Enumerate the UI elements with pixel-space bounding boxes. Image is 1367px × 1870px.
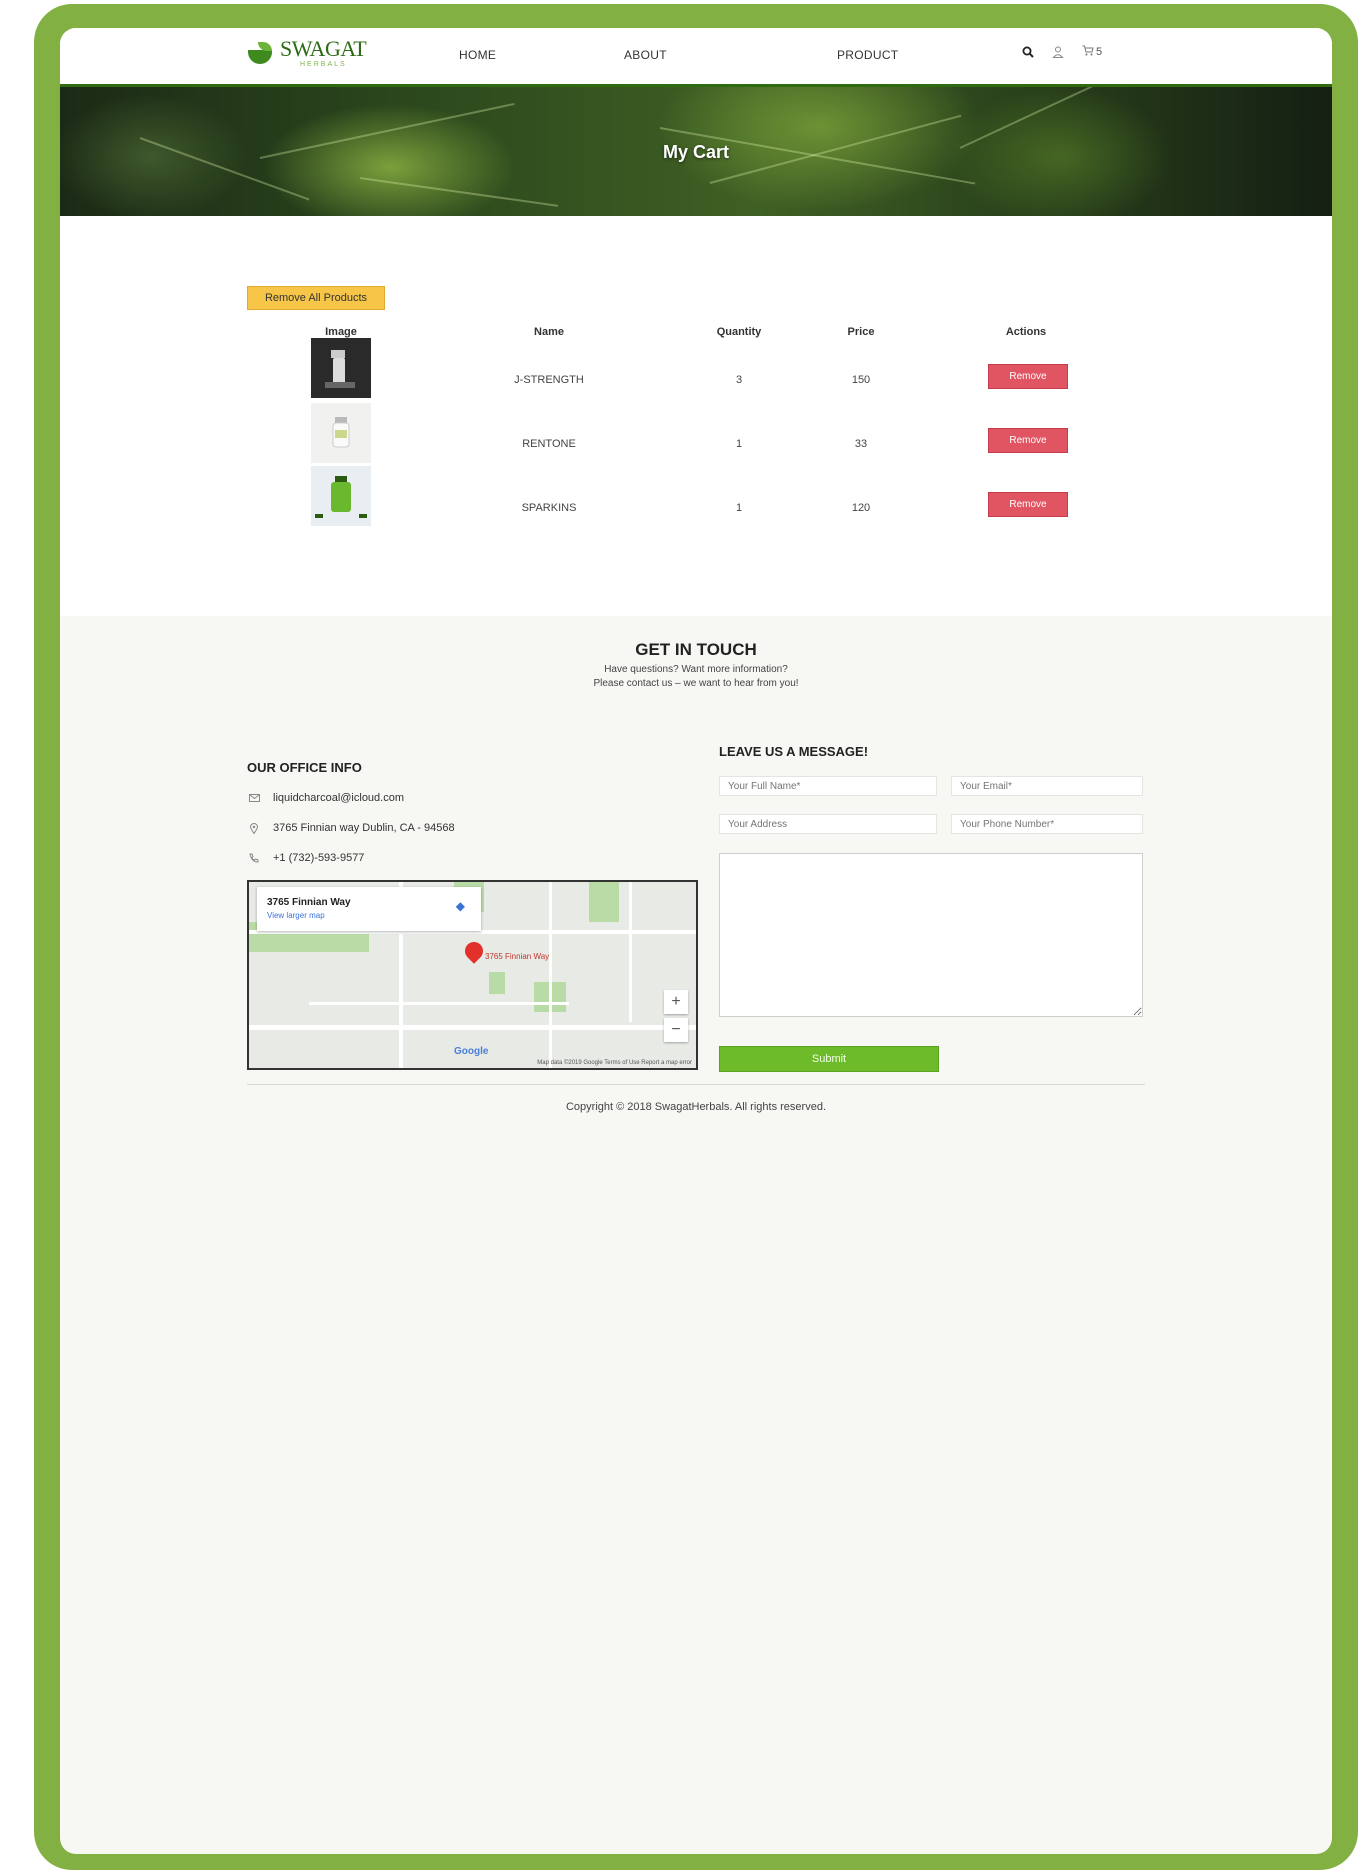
cart-item-price: 33 — [854, 438, 868, 450]
office-address-text: 3765 Finnian way Dublin, CA - 94568 — [273, 822, 455, 834]
copyright-text: Copyright © 2018 SwagatHerbals. All righ… — [565, 1101, 826, 1113]
contact-subtitle-line2: Please contact us – we want to hear from… — [593, 678, 799, 689]
phone-icon — [247, 853, 261, 863]
map-footer: Map data ©2019 Google Terms of Use Repor… — [537, 1060, 692, 1066]
map-pin-icon — [461, 938, 487, 964]
map-pin-label: 3765 Finnian Way — [485, 952, 550, 961]
remove-item-button[interactable]: Remove — [988, 364, 1068, 389]
cart-item-name: J-STRENGTH — [514, 374, 584, 386]
office-info-heading: OUR OFFICE INFO — [247, 760, 362, 775]
remove-all-products-button[interactable]: Remove All Products — [247, 286, 385, 310]
page-title: My Cart — [662, 142, 729, 162]
map-place-card: 3765 Finnian Way View larger map ◆ — [257, 887, 481, 931]
envelope-icon — [247, 794, 261, 802]
remove-item-button[interactable]: Remove — [988, 428, 1068, 453]
contact-title: GET IN TOUCH — [635, 640, 757, 659]
col-header-name: Name — [534, 326, 564, 338]
zoom-out-button[interactable]: − — [664, 1018, 688, 1042]
col-header-price: Price — [847, 326, 875, 338]
cart-icon — [1082, 45, 1094, 59]
zoom-in-button[interactable]: + — [664, 990, 688, 1014]
office-email: liquidcharcoal@icloud.com — [247, 792, 404, 804]
user-icon[interactable] — [1052, 46, 1064, 58]
nav-about[interactable]: ABOUT — [624, 48, 667, 62]
logo-sub: HERBALS — [300, 61, 347, 68]
message-textarea[interactable] — [719, 853, 1143, 1017]
view-larger-map-link[interactable]: View larger map — [267, 911, 325, 920]
location-pin-icon — [247, 822, 261, 834]
map-embed[interactable]: 3765 Finnian Way View larger map ◆ 3765 … — [247, 880, 698, 1070]
site-header: SWAGAT HERBALS HOME ABOUT PRODUCT 5 — [60, 28, 1332, 87]
contact-subtitle-line1: Have questions? Want more information? — [604, 664, 788, 675]
full-name-field[interactable] — [719, 776, 937, 796]
cart-item-quantity: 1 — [735, 502, 743, 514]
cart-item-name: SPARKINS — [521, 502, 577, 514]
cart-count: 5 — [1096, 46, 1103, 58]
search-icon[interactable] — [1022, 46, 1034, 58]
office-email-text[interactable]: liquidcharcoal@icloud.com — [273, 792, 404, 804]
office-address: 3765 Finnian way Dublin, CA - 94568 — [247, 822, 455, 834]
cart-item-name: RENTONE — [522, 438, 576, 450]
product-image — [311, 403, 371, 463]
map-place-name: 3765 Finnian Way — [267, 897, 351, 908]
contact-subtitle: Have questions? Want more information? P… — [60, 663, 1332, 691]
product-image — [311, 338, 371, 398]
cart-section: Remove All Products Image Name Quantity … — [60, 216, 1332, 616]
page: SWAGAT HERBALS HOME ABOUT PRODUCT 5 My C… — [60, 28, 1332, 1854]
nav-home[interactable]: HOME — [459, 48, 496, 62]
col-header-actions: Actions — [1005, 326, 1047, 338]
col-header-quantity: Quantity — [716, 326, 762, 338]
logo-name: SWAGAT — [280, 36, 367, 61]
product-image — [311, 466, 371, 526]
office-phone-text: +1 (732)-593-9577 — [273, 852, 365, 864]
google-logo: Google — [454, 1046, 489, 1057]
directions-icon[interactable]: ◆ — [456, 899, 465, 913]
phone-field[interactable] — [951, 814, 1143, 834]
remove-item-button[interactable]: Remove — [988, 492, 1068, 517]
nav-product[interactable]: PRODUCT — [837, 48, 898, 62]
hero-banner: My Cart — [60, 87, 1332, 216]
cart-item-price: 150 — [851, 374, 871, 386]
mortar-leaf-icon — [246, 40, 276, 66]
footer-divider — [247, 1084, 1145, 1085]
cart-link[interactable]: 5 — [1082, 45, 1102, 59]
office-phone: +1 (732)-593-9577 — [247, 852, 364, 864]
submit-button[interactable]: Submit — [719, 1046, 939, 1072]
email-field[interactable] — [951, 776, 1143, 796]
col-header-image: Image — [325, 326, 357, 338]
logo[interactable]: SWAGAT HERBALS — [246, 36, 367, 68]
message-heading: LEAVE US A MESSAGE! — [719, 744, 869, 759]
cart-item-quantity: 3 — [735, 374, 743, 386]
address-field[interactable] — [719, 814, 937, 834]
cart-item-quantity: 1 — [735, 438, 743, 450]
cart-item-price: 120 — [851, 502, 871, 514]
